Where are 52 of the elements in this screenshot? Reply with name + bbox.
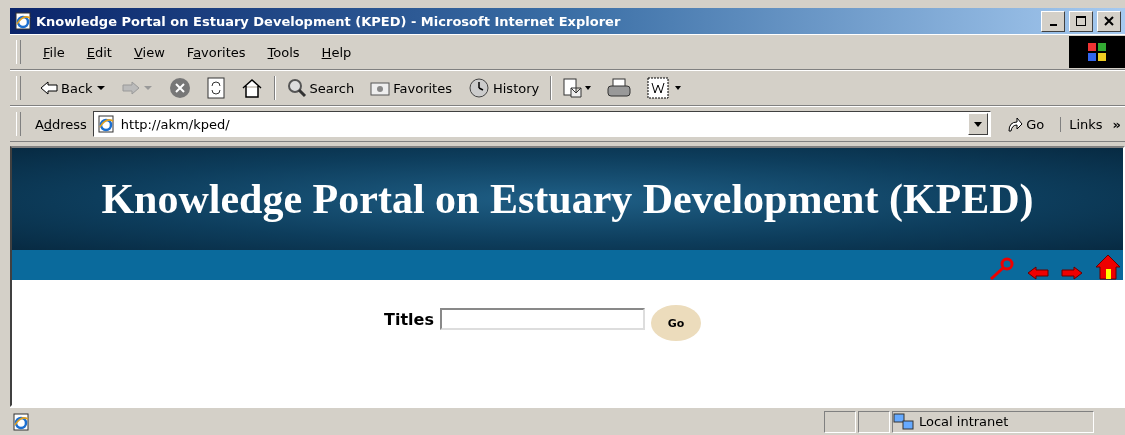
go-arrow-icon xyxy=(1007,116,1024,132)
stop-icon xyxy=(168,77,191,99)
printer-icon xyxy=(607,78,632,98)
dropdown-button[interactable] xyxy=(968,113,989,135)
titles-label: Titles xyxy=(384,310,434,329)
minimize-icon xyxy=(1049,24,1057,26)
menu-item[interactable]: File xyxy=(35,44,73,60)
more-chevron[interactable]: » xyxy=(1112,116,1125,132)
go-button[interactable]: Go xyxy=(997,116,1055,132)
maximize-icon xyxy=(1076,16,1086,26)
left-arrow-icon[interactable] xyxy=(1027,266,1049,280)
toolbar-button[interactable]: Favorites xyxy=(365,80,457,96)
caret-icon xyxy=(974,121,983,127)
maximize-button[interactable] xyxy=(1069,10,1093,32)
status-panel xyxy=(858,410,890,433)
clock-icon xyxy=(467,77,490,99)
page-icon xyxy=(96,115,115,133)
toolbar-button[interactable]: History xyxy=(462,77,545,99)
mail-icon xyxy=(563,78,592,98)
menu-item[interactable]: View xyxy=(125,44,173,60)
status-panel xyxy=(824,410,856,433)
toolbar-button[interactable]: Search xyxy=(281,78,360,98)
menu-item[interactable]: Help xyxy=(313,44,360,60)
address-field[interactable]: http://akm/kped/ xyxy=(92,111,992,137)
menu-item[interactable]: Favorites xyxy=(178,44,254,60)
close-button[interactable] xyxy=(1097,10,1121,32)
minimize-button[interactable] xyxy=(1041,10,1065,32)
search-icon xyxy=(286,78,307,98)
page-icon xyxy=(12,412,30,431)
word-document-icon xyxy=(647,77,684,99)
home-icon xyxy=(240,78,263,98)
zone-label: Local intranet xyxy=(919,414,1009,429)
menu-item[interactable]: Tools xyxy=(259,44,308,60)
back-arrow-icon xyxy=(40,81,58,95)
network-icon xyxy=(893,412,915,431)
titles-field[interactable] xyxy=(439,308,645,330)
close-icon xyxy=(1104,16,1114,26)
caret-icon xyxy=(142,85,153,91)
home-icon[interactable] xyxy=(1095,254,1121,280)
menu-item[interactable]: Edit xyxy=(78,44,120,60)
browser-icon xyxy=(14,12,32,30)
toolbar-button[interactable]: Back xyxy=(35,80,111,96)
right-arrow-icon[interactable] xyxy=(1061,266,1083,280)
forward-arrow-icon xyxy=(121,81,140,95)
refresh-icon xyxy=(206,77,225,99)
caret-icon xyxy=(95,85,106,91)
site-title: Knowledge Portal on Estuary Development (KPED) xyxy=(101,175,1034,223)
windows-logo xyxy=(1069,36,1125,68)
go-button[interactable]: Go xyxy=(650,305,701,341)
address-label: Address xyxy=(35,116,87,132)
links-button[interactable]: Links xyxy=(1060,116,1107,132)
window-title: Knowledge Portal on Estuary Development (KPED) - Microsoft Internet Explorer xyxy=(36,13,622,29)
